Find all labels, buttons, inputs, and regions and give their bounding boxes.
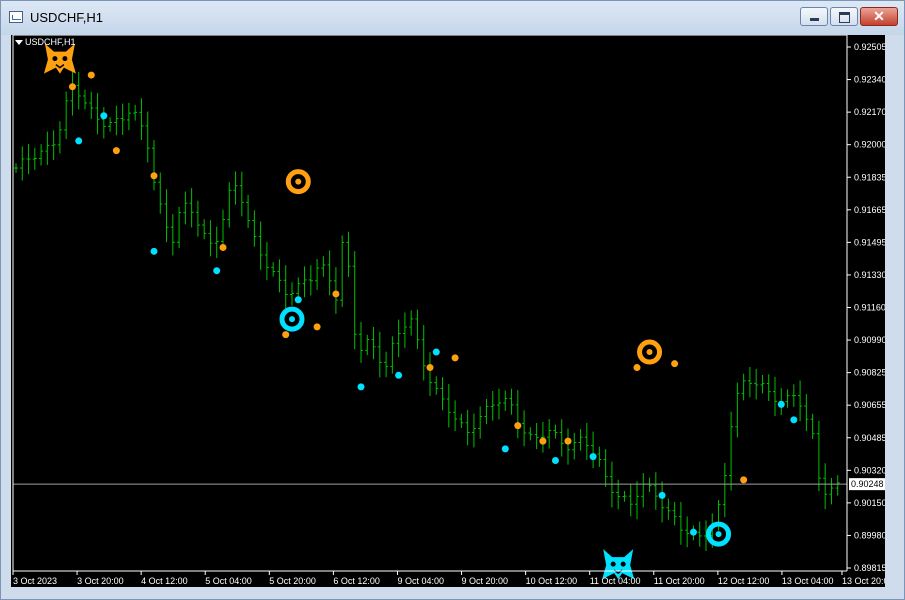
time-tick-label: 10 Oct 12:00	[526, 576, 578, 586]
low-marker-dot	[589, 453, 597, 461]
window-title: USDCHF,H1	[30, 10, 103, 25]
time-tick-label: 9 Oct 20:00	[462, 576, 509, 586]
price-tick-label: 0.91330	[854, 270, 885, 280]
price-chart[interactable]: 0.92505 0.92340 0.92170 0.92000 0.91835 0.916…	[11, 35, 885, 587]
high-marker-dot	[150, 172, 158, 180]
high-marker-dot	[68, 83, 76, 91]
low-marker-dot	[432, 348, 440, 356]
close-button[interactable]: ✕	[860, 7, 898, 26]
low-marker-dot	[689, 528, 697, 536]
sell-signal-center	[646, 349, 653, 356]
price-tick-label: 0.92170	[854, 107, 885, 117]
time-tick-label: 3 Oct 2023	[13, 576, 57, 586]
window-bottom-border	[1, 587, 904, 599]
terminal-window: USDCHF,H1 ✕ 0.92505 0.92340 0.92170 0.92000…	[0, 0, 905, 600]
high-marker-dot	[282, 331, 290, 339]
low-marker-dot	[75, 137, 83, 145]
low-marker-dot	[395, 371, 403, 379]
current-price-label: 0.90248	[851, 479, 884, 489]
high-marker-dot	[740, 476, 748, 484]
low-marker-dot	[213, 267, 221, 275]
time-tick-label: 3 Oct 20:00	[77, 576, 124, 586]
high-marker-dot	[112, 147, 120, 155]
buy-signal-center	[289, 316, 295, 323]
high-marker-dot	[219, 243, 227, 251]
price-tick-label: 0.91160	[854, 303, 885, 313]
minimize-icon	[801, 8, 827, 25]
low-marker-dot	[658, 491, 666, 499]
high-marker-dot	[514, 422, 522, 430]
low-marker-dot	[150, 247, 158, 255]
price-tick-label: 0.92340	[854, 75, 885, 85]
price-tick-label: 0.92505	[854, 42, 885, 52]
low-marker-dot	[294, 296, 302, 304]
high-marker-dot	[539, 437, 547, 445]
high-marker-dot	[451, 354, 459, 362]
high-marker-dot	[332, 290, 340, 298]
chart-window-icon	[9, 11, 23, 23]
price-tick-label: 0.90825	[854, 368, 885, 378]
chart-symbol-label: USDCHF,H1	[25, 37, 76, 47]
price-tick-label: 0.90485	[854, 433, 885, 443]
high-marker-dot	[671, 360, 679, 368]
low-marker-dot	[357, 383, 365, 391]
price-tick-label: 0.89815	[854, 563, 885, 573]
time-tick-label: 13 Oct 20:00	[842, 576, 885, 586]
time-tick-label: 9 Oct 04:00	[397, 576, 444, 586]
low-marker-dot	[790, 416, 798, 424]
price-tick-label: 0.90990	[854, 335, 885, 345]
price-tick-label: 0.91665	[854, 205, 885, 215]
chart-menu-triangle-icon[interactable]	[15, 40, 23, 45]
high-marker-dot	[313, 323, 321, 331]
time-tick-label: 12 Oct 12:00	[718, 576, 770, 586]
buy-beast-icon	[602, 549, 635, 580]
high-marker-dot	[426, 364, 434, 372]
maximize-button[interactable]	[830, 7, 858, 26]
low-marker-dot	[100, 112, 108, 120]
close-icon: ✕	[873, 8, 885, 24]
sell-beast-icon	[43, 43, 76, 74]
high-marker-dot	[633, 364, 641, 372]
low-marker-dot	[551, 457, 559, 465]
time-tick-label: 11 Oct 20:00	[654, 576, 705, 586]
time-tick-label: 4 Oct 12:00	[141, 576, 188, 586]
high-marker-dot	[87, 71, 95, 79]
price-tick-label: 0.92000	[854, 140, 885, 150]
maximize-icon	[831, 8, 857, 25]
price-tick-label: 0.90320	[854, 465, 885, 475]
price-tick-label: 0.91495	[854, 237, 885, 247]
time-tick-label: 11 Oct 04:00	[590, 576, 641, 586]
high-marker-dot	[564, 437, 572, 445]
price-tick-label: 0.91835	[854, 172, 885, 182]
buy-signal-center	[715, 531, 722, 538]
price-tick-label: 0.90150	[854, 498, 885, 508]
time-tick-label: 6 Oct 12:00	[333, 576, 380, 586]
low-marker-dot	[777, 400, 785, 408]
low-marker-dot	[501, 445, 509, 453]
time-tick-label: 13 Oct 04:00	[782, 576, 834, 586]
minimize-button[interactable]	[800, 7, 828, 26]
price-tick-label: 0.89980	[854, 530, 885, 540]
chart-area[interactable]: 0.92505 0.92340 0.92170 0.92000 0.91835 0.916…	[11, 35, 885, 587]
sell-signal-center	[295, 178, 302, 185]
price-tick-label: 0.90655	[854, 400, 885, 410]
title-bar[interactable]: USDCHF,H1 ✕	[1, 1, 904, 35]
time-tick-label: 5 Oct 04:00	[205, 576, 252, 586]
time-tick-label: 5 Oct 20:00	[269, 576, 316, 586]
